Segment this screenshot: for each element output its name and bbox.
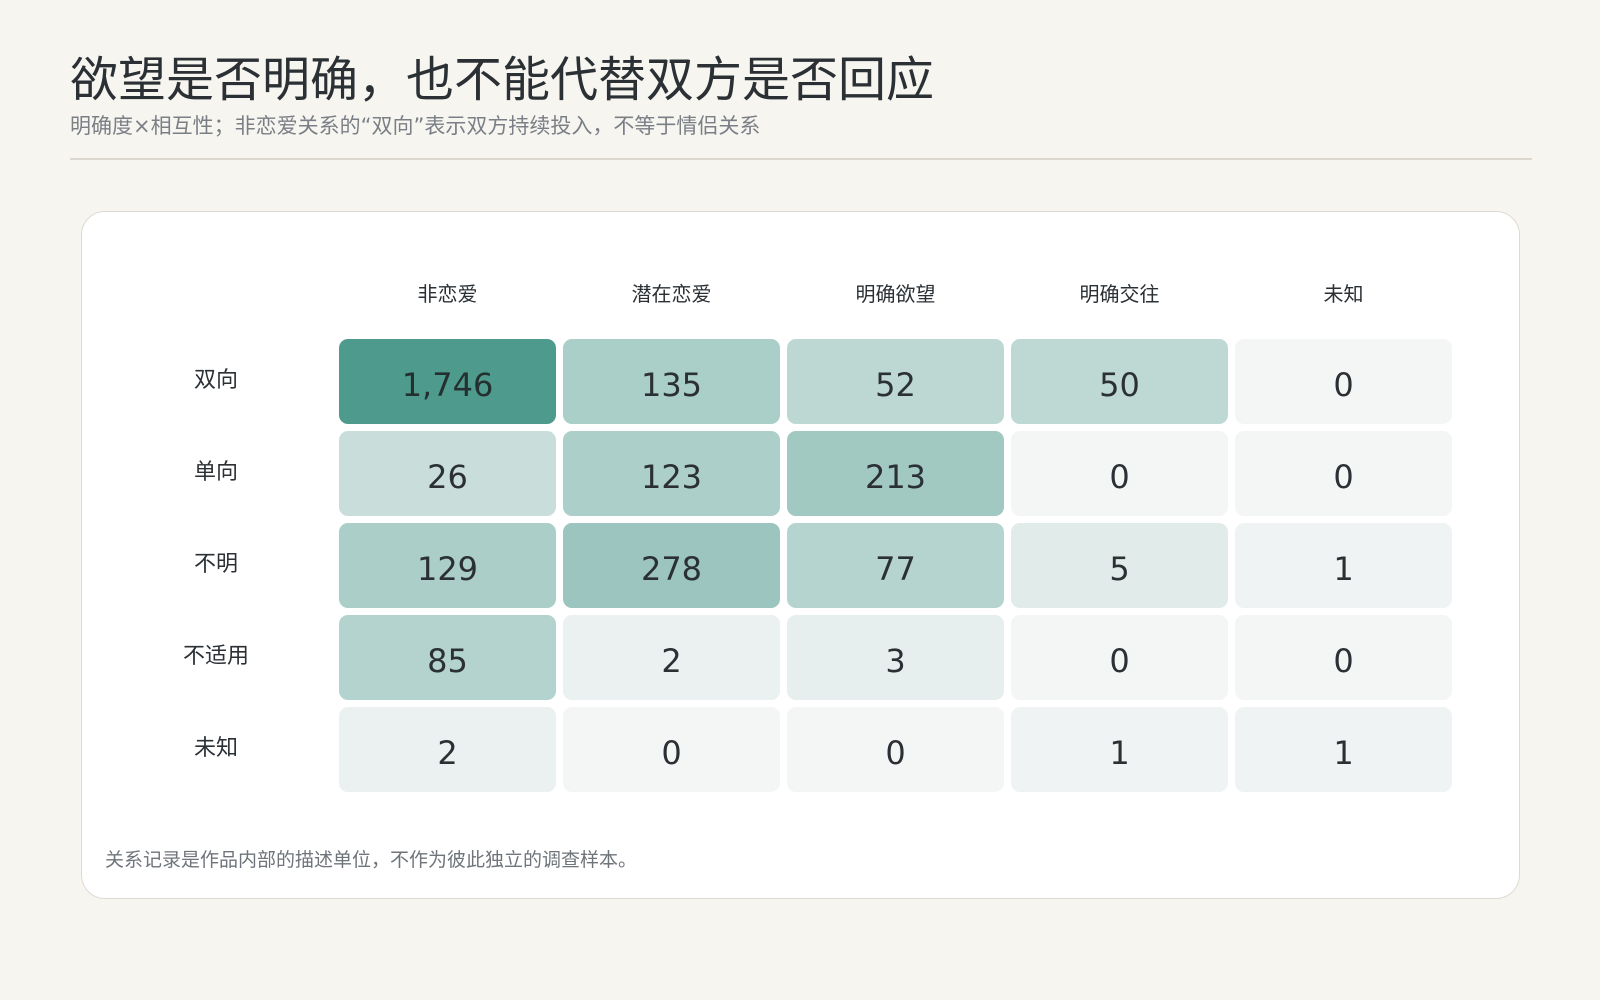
heatmap-cell: 1,746 [339, 339, 556, 424]
row-header: 单向 [193, 460, 238, 485]
row-header: 未知 [193, 736, 238, 761]
heatmap-cell: 85 [339, 615, 556, 700]
heatmap-cell: 1 [1011, 707, 1228, 792]
chart-title: 欲望是否明确，也不能代替双方是否回应 [70, 52, 935, 108]
heatmap-cell: 52 [787, 339, 1004, 424]
heatmap-cell: 129 [339, 523, 556, 608]
heatmap-cell: 0 [1235, 615, 1452, 700]
heatmap-card: 关系记录是作品内部的描述单位，不作为彼此独立的调查样本。 非恋爱 潜在恋爱 明确欲望… [81, 211, 1520, 899]
footnote: 关系记录是作品内部的描述单位，不作为彼此独立的调查样本。 [105, 849, 638, 871]
chart-subtitle: 明确度×相互性；非恋爱关系的“双向”表示双方持续投入，不等于情侣关系 [70, 114, 761, 138]
heatmap-cell: 5 [1011, 523, 1228, 608]
heatmap-cell: 0 [1235, 431, 1452, 516]
heatmap-cell: 0 [1235, 339, 1452, 424]
heatmap-cell: 1 [1235, 707, 1452, 792]
column-header: 明确欲望 [855, 282, 936, 306]
heatmap-cell: 135 [563, 339, 780, 424]
column-header: 未知 [1323, 282, 1364, 306]
row-header: 双向 [193, 368, 238, 393]
heatmap-cell: 3 [787, 615, 1004, 700]
heatmap-cell: 2 [563, 615, 780, 700]
heatmap-cell: 0 [563, 707, 780, 792]
heatmap-cell: 50 [1011, 339, 1228, 424]
heatmap-cell: 123 [563, 431, 780, 516]
heatmap-cell: 0 [1011, 615, 1228, 700]
heatmap-cell: 77 [787, 523, 1004, 608]
heatmap-cell: 278 [563, 523, 780, 608]
heatmap-cell: 0 [1011, 431, 1228, 516]
header: 欲望是否明确，也不能代替双方是否回应 明确度×相互性；非恋爱关系的“双向”表示双… [70, 50, 1532, 140]
column-header: 非恋爱 [417, 282, 478, 306]
column-header: 潜在恋爱 [631, 282, 712, 306]
heatmap-cell: 213 [787, 431, 1004, 516]
row-header: 不明 [193, 552, 238, 577]
heatmap-cell: 0 [787, 707, 1004, 792]
heatmap-cell: 26 [339, 431, 556, 516]
heatmap-cell: 1 [1235, 523, 1452, 608]
column-header: 明确交往 [1079, 282, 1160, 306]
heatmap-cell: 2 [339, 707, 556, 792]
header-divider [70, 158, 1532, 160]
row-header: 不适用 [182, 644, 249, 669]
